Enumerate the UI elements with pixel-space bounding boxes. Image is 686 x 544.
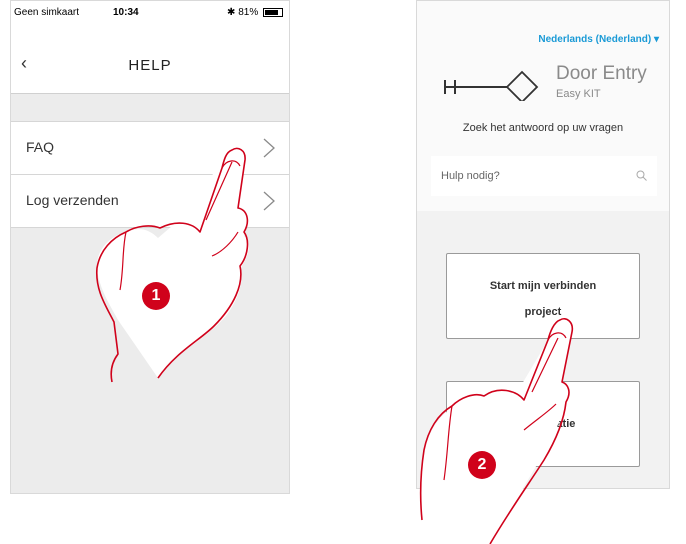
search-icon[interactable] (636, 170, 647, 181)
search-box (431, 156, 657, 196)
battery-percent: 81% (238, 7, 259, 18)
chevron-right-icon (263, 138, 275, 158)
carrier-label: Geen simkaart (14, 7, 80, 18)
step-badge-1: 1 (142, 282, 170, 310)
phone-faq-screen: Nederlands (Nederland) ▾ Door Entry Easy… (416, 0, 670, 489)
tagline: Zoek het antwoord op uw vragen (462, 122, 624, 134)
start-project-button[interactable]: Start mijn verbinden project (446, 253, 640, 339)
menu-item-label: Log verzenden (26, 192, 119, 208)
chevron-right-icon (263, 191, 275, 211)
brand-title: Door Entry (556, 63, 647, 84)
brand-subtitle: Easy KIT (556, 88, 601, 100)
nav-bar: ‹ HELP (11, 23, 289, 94)
key-logo-icon (444, 70, 539, 101)
battery-icon (263, 7, 283, 17)
phone-help-screen: Geen simkaart 10:34 ✱ 81% ‹ HELP FAQ Log… (10, 0, 290, 494)
language-selector[interactable]: Nederlands (Nederland) ▾ (538, 34, 659, 45)
menu-item-label: FAQ (26, 139, 55, 155)
help-menu: FAQ Log verzenden (11, 121, 289, 228)
battery-indicator: ✱ 81% (227, 7, 283, 18)
button-label-line2: project (524, 306, 562, 318)
button-label-line1: Start mijn verbinden (489, 280, 597, 292)
status-bar: Geen simkaart 10:34 ✱ 81% (11, 1, 289, 23)
bluetooth-icon: ✱ (227, 7, 236, 18)
caret-down-icon: ▾ (653, 34, 659, 45)
language-label: Nederlands (Nederland) (538, 34, 652, 45)
faq-header: Nederlands (Nederland) ▾ Door Entry Easy… (417, 1, 669, 211)
menu-item-log-verzenden[interactable]: Log verzenden (11, 175, 289, 228)
clock: 10:34 (113, 7, 139, 18)
search-input[interactable] (431, 156, 631, 196)
menu-item-faq[interactable]: FAQ (11, 122, 289, 175)
page-title: HELP (128, 57, 172, 74)
step-badge-2: 2 (468, 451, 496, 479)
button-label: Configuratie (510, 418, 576, 430)
